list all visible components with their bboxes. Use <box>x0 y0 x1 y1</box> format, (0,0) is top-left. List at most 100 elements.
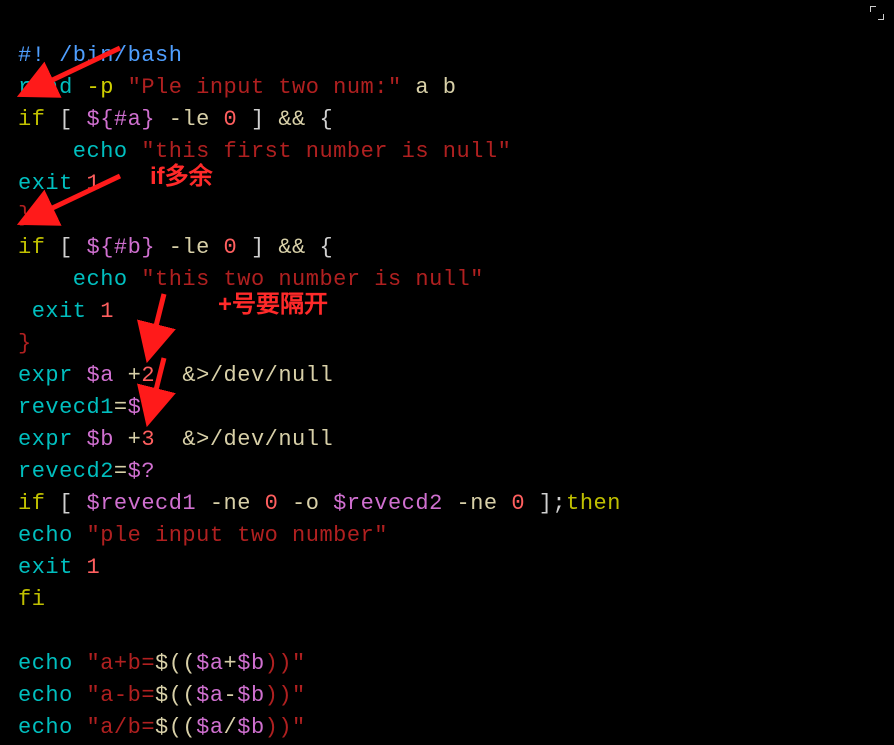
op: + <box>224 651 238 676</box>
eq: = <box>114 395 128 420</box>
number: 1 <box>87 555 101 580</box>
bracket: [ <box>45 107 86 132</box>
kw-echo: echo <box>18 523 87 548</box>
number: 0 <box>224 235 238 260</box>
kw-echo: echo <box>18 651 87 676</box>
code-line: expr $b +3 &>/dev/null <box>18 427 333 452</box>
subst-end: ))" <box>265 651 306 676</box>
brace: } <box>18 203 32 228</box>
code-line: revecd1=$? <box>18 395 155 420</box>
var-ref: $a <box>196 715 223 740</box>
bracket: [ <box>45 235 86 260</box>
bracket: [ <box>45 491 86 516</box>
var-ref: $? <box>128 459 155 484</box>
op-plus: + <box>114 427 141 452</box>
kw-if: if <box>18 107 45 132</box>
code-line: exit 1 <box>18 299 114 324</box>
code-line: echo "a+b=$(($a+$b))" <box>18 651 306 676</box>
code-line: exit 1 <box>18 555 100 580</box>
subst-end: ))" <box>265 715 306 740</box>
op: / <box>224 715 238 740</box>
number: 0 <box>511 491 525 516</box>
code-line: read -p "Ple input two num:" a b <box>18 75 456 100</box>
code-line: echo "this first number is null" <box>18 139 511 164</box>
op: -le <box>155 107 224 132</box>
op-plus: + <box>114 363 141 388</box>
number: 1 <box>100 299 114 324</box>
var-ref: $a <box>196 683 223 708</box>
var-ref: $? <box>128 395 155 420</box>
expand-icon[interactable] <box>870 6 884 20</box>
kw-expr: expr <box>18 427 87 452</box>
code-line: expr $a +2 &>/dev/null <box>18 363 333 388</box>
var-ref: $a <box>87 363 114 388</box>
annotation-if-extra: if多余 <box>150 156 213 191</box>
code-line: revecd2=$? <box>18 459 155 484</box>
annotation-plus-space: +号要隔开 <box>218 284 328 319</box>
string: "a-b= <box>87 683 156 708</box>
brace: } <box>18 331 32 356</box>
var-ref: ${#a} <box>87 107 156 132</box>
ident: revecd2 <box>18 459 114 484</box>
op-o: -o <box>278 491 333 516</box>
var-ref: $b <box>237 715 264 740</box>
number: 3 <box>141 427 155 452</box>
bracket: ] <box>237 107 278 132</box>
number: 0 <box>224 107 238 132</box>
var-ref: $revecd1 <box>87 491 197 516</box>
kw-echo: echo <box>18 683 87 708</box>
code-line: if [ $revecd1 -ne 0 -o $revecd2 -ne 0 ];… <box>18 491 621 516</box>
code-line: echo "a/b=$(($a/$b))" <box>18 715 306 740</box>
kw-exit: exit <box>18 171 87 196</box>
var-ref: $revecd2 <box>333 491 443 516</box>
kw-echo: echo <box>18 267 141 292</box>
code-line: echo "ple input two number" <box>18 523 388 548</box>
code-editor[interactable]: #! /bin/bash read -p "Ple input two num:… <box>0 0 894 745</box>
string: "Ple input two num:" <box>128 75 402 100</box>
brace: { <box>306 107 333 132</box>
op: -ne <box>443 491 512 516</box>
code-line: #! /bin/bash <box>18 43 182 68</box>
opt-p: -p <box>87 75 114 100</box>
bracket: ]; <box>525 491 566 516</box>
code-line: if [ ${#a} -le 0 ] && { <box>18 107 333 132</box>
var-ref: ${#b} <box>87 235 156 260</box>
string: "a+b= <box>87 651 156 676</box>
op: -le <box>155 235 224 260</box>
kw-echo: echo <box>18 139 141 164</box>
brace: { <box>306 235 333 260</box>
number: 0 <box>265 491 279 516</box>
shebang: #! /bin/bash <box>18 43 182 68</box>
subst-end: ))" <box>265 683 306 708</box>
number: 1 <box>87 171 101 196</box>
code-line: echo "a-b=$(($a-$b))" <box>18 683 306 708</box>
vars: a b <box>402 75 457 100</box>
op: -ne <box>196 491 265 516</box>
tail: &>/dev/null <box>155 427 333 452</box>
string: "a/b= <box>87 715 156 740</box>
code-line <box>18 619 32 644</box>
kw-exit: exit <box>18 555 87 580</box>
code-line: } <box>18 203 32 228</box>
eq: = <box>114 459 128 484</box>
code-line: } <box>18 331 32 356</box>
kw-expr: expr <box>18 363 87 388</box>
code-line: fi <box>18 587 45 612</box>
and-op: && <box>278 107 305 132</box>
kw-fi: fi <box>18 587 45 612</box>
bracket: ] <box>237 235 278 260</box>
var-ref: $b <box>87 427 114 452</box>
op: - <box>224 683 238 708</box>
kw-if: if <box>18 235 45 260</box>
code-line: exit 1 <box>18 171 100 196</box>
kw-read: read <box>18 75 73 100</box>
var-ref: $b <box>237 651 264 676</box>
var-ref: $b <box>237 683 264 708</box>
kw-echo: echo <box>18 715 87 740</box>
subst: $(( <box>155 715 196 740</box>
kw-then: then <box>566 491 621 516</box>
ident: revecd1 <box>18 395 114 420</box>
string: "ple input two number" <box>87 523 388 548</box>
code-line: if [ ${#b} -le 0 ] && { <box>18 235 333 260</box>
number: 2 <box>141 363 155 388</box>
